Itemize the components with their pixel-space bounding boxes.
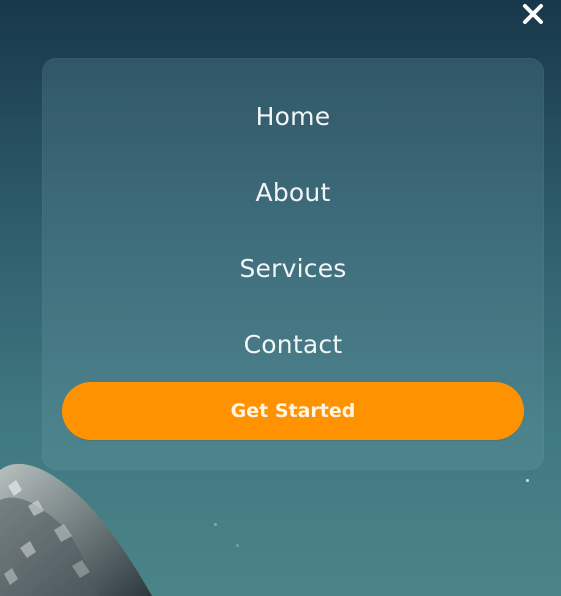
menu-list: Home About Services Contact (42, 78, 544, 382)
menu-item-label: About (255, 177, 331, 207)
menu-item-label: Contact (243, 329, 343, 359)
get-started-button[interactable]: Get Started (62, 382, 524, 440)
menu-item-home[interactable]: Home (42, 78, 544, 154)
sparkle-dot (236, 544, 239, 547)
menu-item-label: Services (239, 253, 347, 283)
close-menu-button[interactable] (515, 0, 551, 28)
close-icon (523, 4, 543, 24)
menu-item-about[interactable]: About (42, 154, 544, 230)
sparkle-dot (214, 523, 217, 526)
mobile-menu-panel: Home About Services Contact Get Started (42, 58, 544, 470)
menu-item-services[interactable]: Services (42, 230, 544, 306)
menu-item-label: Home (255, 101, 331, 131)
sparkle-dot (526, 479, 529, 482)
menu-item-contact[interactable]: Contact (42, 306, 544, 382)
